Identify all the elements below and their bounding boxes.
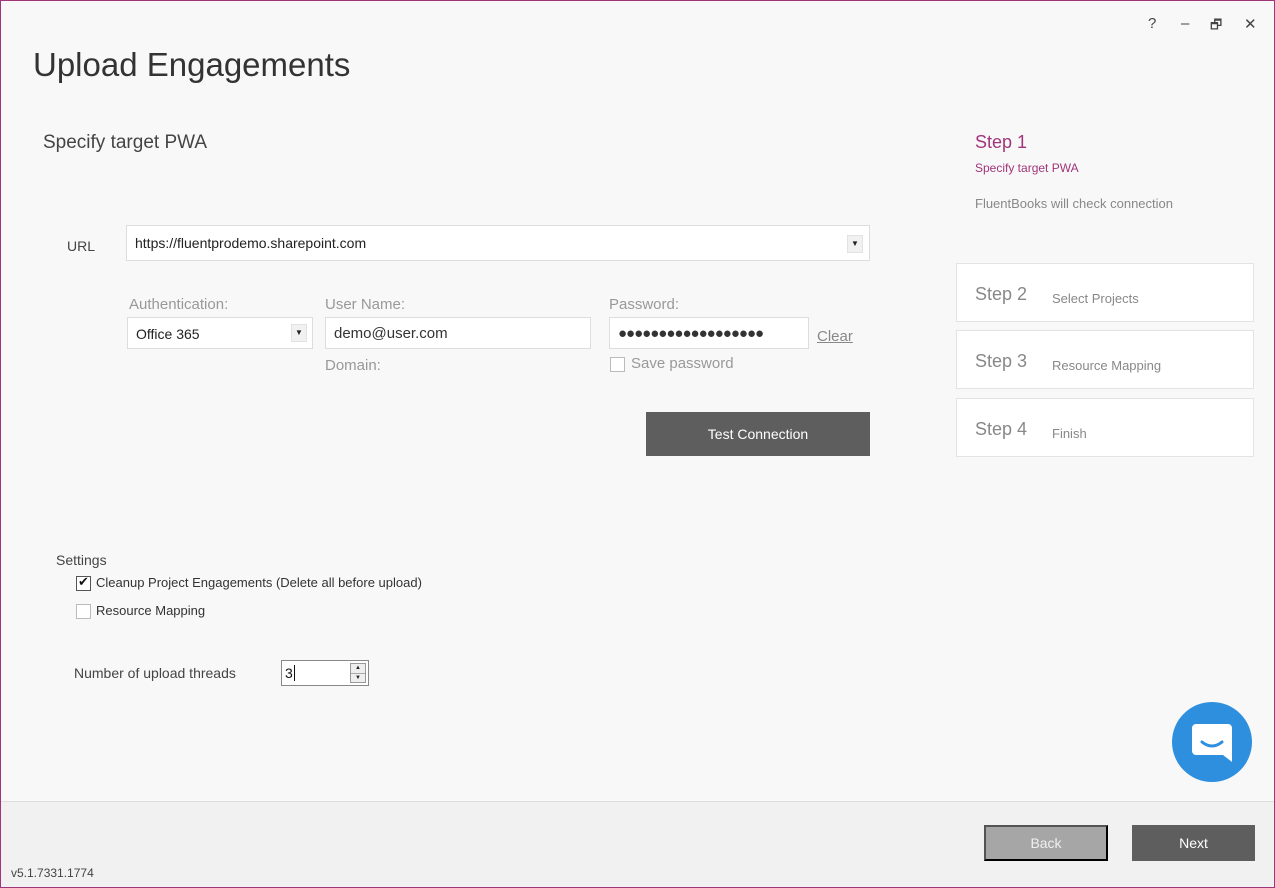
chevron-down-icon[interactable]: ▼: [291, 324, 307, 342]
url-value: https://fluentprodemo.sharepoint.com: [135, 235, 367, 251]
spinner-buttons[interactable]: ▲ ▼: [350, 663, 366, 683]
clear-password-link[interactable]: Clear: [817, 328, 853, 345]
threads-label: Number of upload threads: [74, 665, 236, 681]
app-window: ? – 🗗 ✕ Upload Engagements Specify targe…: [0, 0, 1275, 888]
password-label: Password:: [609, 296, 680, 313]
authentication-value: Office 365: [136, 326, 200, 342]
minimize-button[interactable]: –: [1181, 15, 1189, 32]
resource-mapping-checkbox[interactable]: [76, 604, 91, 619]
step-2-item[interactable]: Step 2 Select Projects: [956, 263, 1254, 322]
password-masked-value: ●●●●●●●●●●●●●●●●●●: [618, 325, 764, 342]
help-button[interactable]: ?: [1148, 15, 1156, 32]
window-title: Upload Engagements: [33, 46, 351, 83]
version-label: v5.1.7331.1774: [11, 866, 94, 880]
username-label: User Name:: [325, 296, 406, 313]
threads-value: 3: [285, 665, 295, 681]
url-combobox[interactable]: https://fluentprodemo.sharepoint.com ▼: [126, 225, 870, 261]
back-button[interactable]: Back: [984, 825, 1108, 861]
current-step-subtitle: Specify target PWA: [975, 161, 1079, 175]
step-number: Step 2: [975, 284, 1028, 304]
section-title: Specify target PWA: [43, 132, 208, 153]
chat-button[interactable]: [1172, 702, 1252, 782]
step-number: Step 3: [975, 351, 1028, 371]
step-number: Step 4: [975, 419, 1028, 439]
step-3-item[interactable]: Step 3 Resource Mapping: [956, 330, 1254, 389]
current-step-description: FluentBooks will check connection: [975, 196, 1173, 211]
username-input[interactable]: demo@user.com: [325, 317, 591, 349]
resource-mapping-label: Resource Mapping: [96, 603, 206, 618]
spin-up-icon[interactable]: ▲: [351, 664, 365, 673]
test-connection-button[interactable]: Test Connection: [646, 412, 870, 456]
step-name: Resource Mapping: [1052, 358, 1162, 373]
username-value: demo@user.com: [334, 325, 448, 342]
step-name: Select Projects: [1052, 291, 1139, 306]
authentication-combobox[interactable]: Office 365 ▼: [127, 317, 313, 349]
chevron-down-icon[interactable]: ▼: [847, 235, 863, 253]
save-password-label: Save password: [631, 355, 734, 372]
url-label: URL: [67, 238, 96, 254]
current-step-title: Step 1: [975, 132, 1028, 152]
save-password-checkbox[interactable]: [610, 357, 625, 372]
settings-label: Settings: [56, 552, 107, 568]
next-button[interactable]: Next: [1132, 825, 1255, 861]
cleanup-checkbox[interactable]: [76, 574, 91, 591]
domain-label: Domain:: [325, 357, 381, 374]
password-input[interactable]: ●●●●●●●●●●●●●●●●●●: [609, 317, 809, 349]
restore-button[interactable]: 🗗: [1210, 16, 1222, 38]
authentication-label: Authentication:: [129, 296, 229, 313]
step-name: Finish: [1052, 426, 1087, 441]
spin-down-icon[interactable]: ▼: [351, 673, 365, 682]
threads-spinner[interactable]: 3 ▲ ▼: [281, 660, 369, 686]
step-4-item[interactable]: Step 4 Finish: [956, 398, 1254, 457]
chat-bubble-icon: [1192, 724, 1232, 762]
cleanup-label: Cleanup Project Engagements (Delete all …: [96, 575, 422, 590]
close-button[interactable]: ✕: [1244, 15, 1257, 33]
